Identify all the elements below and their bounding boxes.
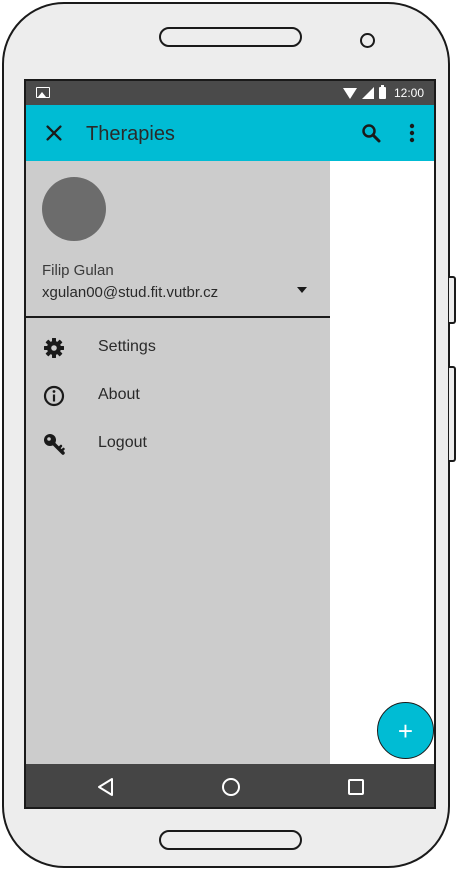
recents-icon[interactable] bbox=[344, 775, 368, 799]
home-icon[interactable] bbox=[219, 775, 243, 799]
back-icon[interactable] bbox=[94, 775, 118, 799]
phone-volume-button bbox=[449, 366, 456, 462]
user-email: xgulan00@stud.fit.vutbr.cz bbox=[42, 284, 219, 301]
app-bar-title: Therapies bbox=[86, 123, 175, 145]
navigation-drawer: Filip Gulan xgulan00@stud.fit.vutbr.cz S… bbox=[26, 161, 330, 764]
navigation-bar bbox=[26, 764, 434, 807]
status-time: 12:00 bbox=[393, 86, 424, 100]
chevron-down-icon[interactable] bbox=[294, 282, 310, 298]
menu-item-label: About bbox=[98, 386, 140, 403]
phone-side-button bbox=[449, 276, 456, 324]
add-button[interactable]: + bbox=[377, 702, 434, 759]
screen: 12:00 Therapies Filip Gulan xgulan00@stu… bbox=[24, 79, 436, 809]
menu-item-logout[interactable]: Logout bbox=[26, 420, 330, 468]
avatar[interactable] bbox=[42, 177, 106, 241]
app-bar: Therapies bbox=[26, 105, 434, 161]
search-icon[interactable] bbox=[359, 121, 383, 145]
phone-bottom-speaker bbox=[159, 830, 302, 850]
close-icon[interactable] bbox=[43, 122, 65, 144]
key-icon bbox=[44, 434, 65, 455]
menu-item-settings[interactable]: Settings bbox=[26, 324, 330, 372]
phone-camera bbox=[360, 33, 375, 48]
signal-icon bbox=[361, 87, 374, 99]
image-icon bbox=[36, 87, 50, 98]
menu-item-label: Logout bbox=[98, 434, 147, 451]
plus-icon: + bbox=[397, 715, 414, 746]
menu-item-label: Settings bbox=[98, 338, 156, 355]
more-vert-icon[interactable] bbox=[404, 121, 420, 145]
drawer-divider bbox=[26, 316, 330, 318]
battery-icon bbox=[378, 85, 386, 99]
phone-speaker bbox=[159, 27, 302, 47]
wifi-icon bbox=[342, 87, 357, 99]
gear-icon bbox=[44, 338, 64, 358]
user-name: Filip Gulan bbox=[42, 262, 114, 279]
status-bar: 12:00 bbox=[26, 81, 434, 105]
menu-item-about[interactable]: About bbox=[26, 372, 330, 420]
info-icon bbox=[43, 385, 65, 407]
phone-frame: 12:00 Therapies Filip Gulan xgulan00@stu… bbox=[2, 2, 450, 868]
